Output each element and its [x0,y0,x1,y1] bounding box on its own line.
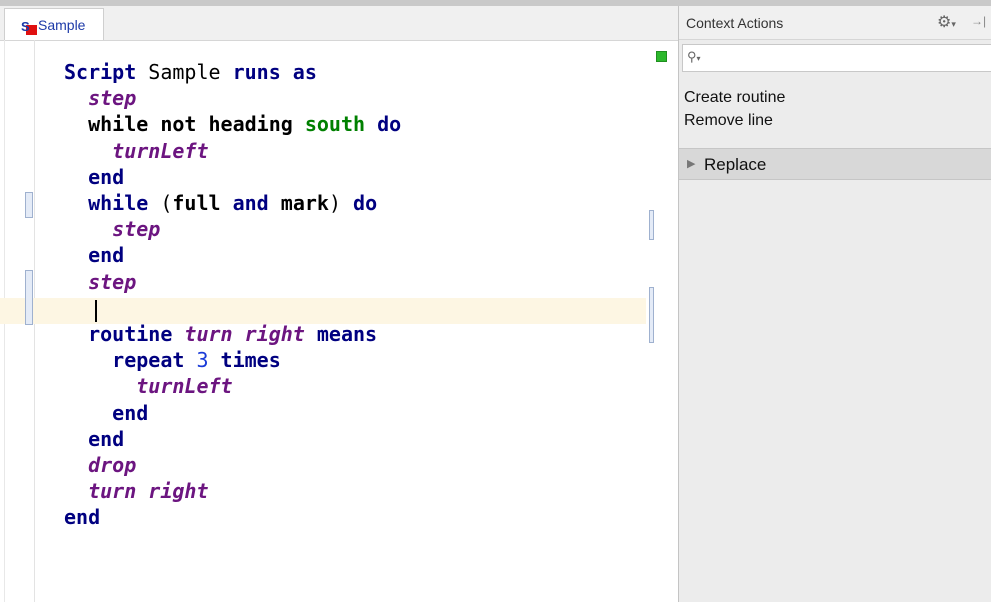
code-token: turn right [64,479,209,503]
code-token: mark [280,191,329,215]
script-file-icon: S [21,19,37,35]
code-token: and [220,191,281,215]
code-token: end [64,427,125,451]
fold-marker[interactable] [25,192,33,218]
code-line[interactable]: turn right [64,478,209,504]
code-token: while not heading [64,112,305,136]
replace-label: Replace [704,155,767,174]
status-ok-icon [656,51,667,62]
code-token: 3 [196,348,209,372]
code-line[interactable]: end [64,504,100,530]
panel-header: Context Actions ⚙▾ →| [679,6,991,40]
code-line[interactable]: turnLeft [64,373,233,399]
gear-icon[interactable]: ⚙▾ [937,12,956,32]
code-token: turnLeft [64,374,233,398]
panel-title: Context Actions [686,15,784,31]
code-token: turnLeft [64,139,209,163]
code-editor[interactable]: S Sample Script Sample runs as step whil… [0,0,678,602]
code-token: ) [328,191,354,215]
fold-marker[interactable] [649,210,654,240]
code-token: runs as [232,60,317,84]
replace-section[interactable]: ▶ Replace [679,148,991,180]
code-token: ( [148,191,173,215]
code-token: end [64,401,149,425]
code-line[interactable]: turnLeft [64,138,209,164]
code-line[interactable]: repeat 3 times [64,347,281,373]
code-token: Sample [148,60,233,84]
search-input[interactable]: ⚲▾ [682,44,991,72]
code-line[interactable]: step [64,85,136,111]
search-icon: ⚲▾ [687,49,701,64]
code-token: routine [64,322,185,346]
code-token: step [64,86,137,110]
code-line[interactable]: end [64,426,124,452]
code-token: times [208,348,281,372]
fold-marker[interactable] [25,270,33,325]
tab-label: Sample [38,17,86,33]
svg-text:S: S [21,19,30,34]
code-line[interactable]: end [64,400,148,426]
code-token: turn right [184,322,305,346]
context-action-item[interactable]: Create routine [679,86,991,109]
code-line[interactable]: step [64,216,160,242]
code-token: do [353,191,378,215]
code-token: end [64,165,125,189]
action-list: Create routine Remove line [679,86,991,132]
code-token: while [64,191,149,215]
code-token: end [64,505,101,529]
editor-tab-bar: S Sample [0,6,678,41]
code-token: do [365,112,402,136]
code-token: repeat [64,348,197,372]
text-caret [95,300,97,322]
code-line[interactable]: routine turn right means [64,321,377,347]
code-line[interactable]: while (full and mark) do [64,190,377,216]
code-token: step [64,217,161,241]
code-token: end [64,243,125,267]
code-token: means [304,322,378,346]
code-token: step [64,270,137,294]
code-line[interactable]: end [64,164,124,190]
expand-triangle-icon[interactable]: ▶ [687,157,695,170]
code-token: drop [64,453,137,477]
code-line[interactable]: step [64,269,136,295]
code-token: south [304,112,366,136]
hide-panel-icon[interactable]: →| [971,14,986,28]
code-token: full [172,191,221,215]
code-line[interactable]: drop [64,452,136,478]
code-line[interactable]: end [64,242,124,268]
context-actions-panel: Context Actions ⚙▾ →| ⚲▾ Create routine R… [678,6,991,602]
code-line[interactable]: Script Sample runs as [64,59,317,85]
code-line[interactable]: while not heading south do [64,111,401,137]
context-action-item[interactable]: Remove line [679,109,991,132]
tab-sample[interactable]: S Sample [4,8,104,40]
code-token: Script [64,60,149,84]
fold-marker[interactable] [649,287,654,343]
